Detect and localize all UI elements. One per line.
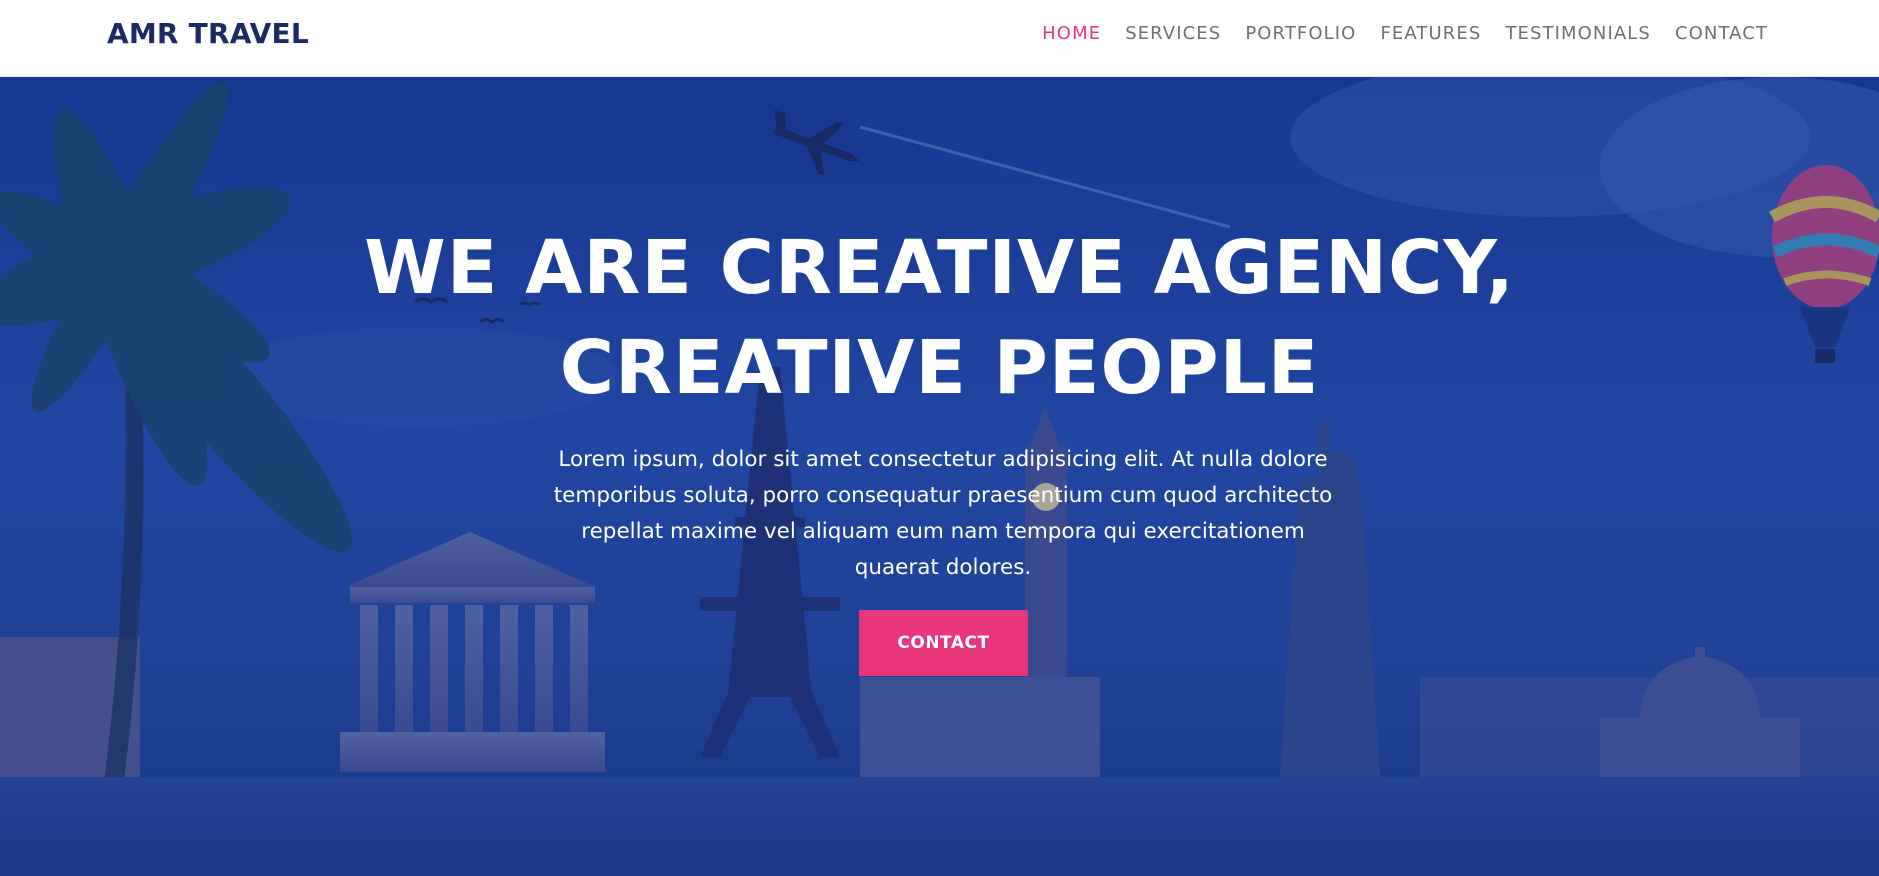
hero-title-line-1: WE ARE CREATIVE AGENCY, bbox=[364, 225, 1515, 311]
nav-link-portfolio[interactable]: PORTFOLIO bbox=[1245, 23, 1356, 44]
contact-button[interactable]: CONTACT bbox=[859, 610, 1028, 676]
hero-title-line-2: CREATIVE PEOPLE bbox=[559, 325, 1320, 411]
hero-content: WE ARE CREATIVE AGENCY, CREATIVE PEOPLE … bbox=[0, 77, 1879, 876]
hero-section: WE ARE CREATIVE AGENCY, CREATIVE PEOPLE … bbox=[0, 77, 1879, 876]
brand-logo[interactable]: AMR TRAVEL bbox=[107, 17, 309, 50]
nav-link-contact[interactable]: CONTACT bbox=[1675, 23, 1768, 44]
nav-link-home[interactable]: HOME bbox=[1042, 23, 1101, 44]
hero-description: Lorem ipsum, dolor sit amet consectetur … bbox=[553, 447, 1333, 580]
navbar: AMR TRAVEL HOME SERVICES PORTFOLIO FEATU… bbox=[0, 0, 1879, 77]
nav-link-features[interactable]: FEATURES bbox=[1380, 23, 1481, 44]
nav-link-testimonials[interactable]: TESTIMONIALS bbox=[1505, 23, 1651, 44]
nav-link-services[interactable]: SERVICES bbox=[1125, 23, 1221, 44]
nav-links: HOME SERVICES PORTFOLIO FEATURES TESTIMO… bbox=[1018, 23, 1768, 44]
hero-title: WE ARE CREATIVE AGENCY, CREATIVE PEOPLE bbox=[240, 218, 1639, 418]
